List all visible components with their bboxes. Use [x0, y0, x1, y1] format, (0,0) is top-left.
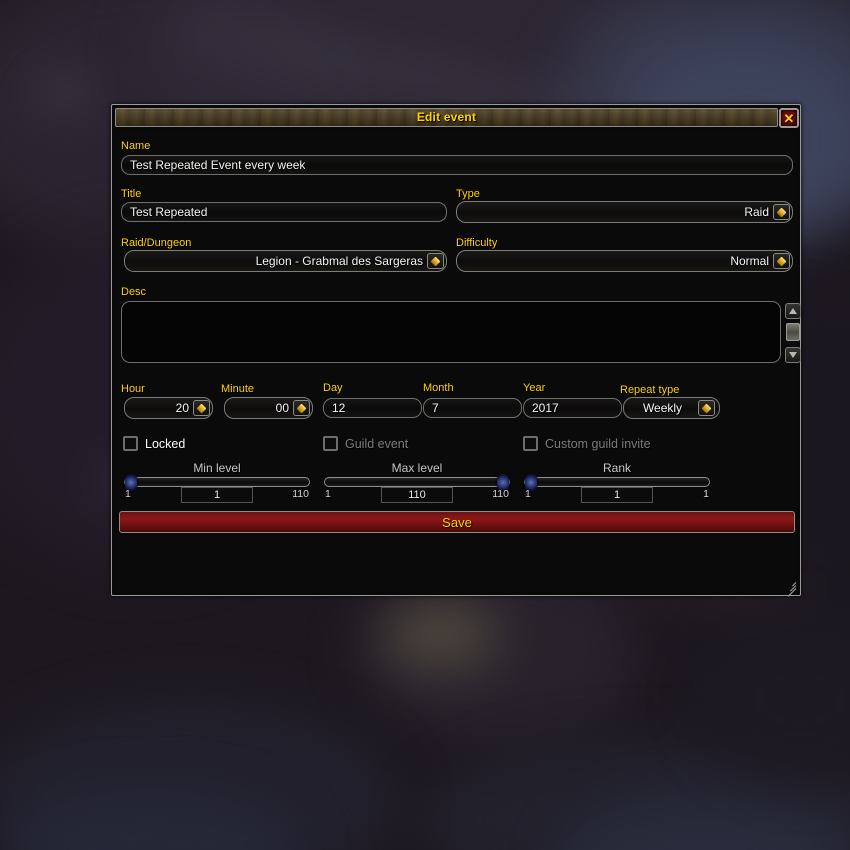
- scroll-down-arrow-icon[interactable]: [785, 347, 801, 363]
- year-input-value: 2017: [532, 401, 559, 415]
- dropdown-diamond-icon[interactable]: [773, 204, 790, 220]
- slider-min-level-title: Min level: [193, 461, 241, 475]
- slider-rank-min: 1: [525, 488, 531, 500]
- slider-rank-value: 1: [613, 489, 621, 501]
- repeat-type-dropdown[interactable]: Weekly: [623, 397, 720, 419]
- type-dropdown-value: Raid: [744, 205, 769, 219]
- name-label: Name: [121, 140, 151, 152]
- background-blur-shape: [380, 600, 500, 670]
- type-dropdown[interactable]: Raid: [456, 201, 793, 223]
- slider-max-level-input[interactable]: 110: [381, 487, 453, 503]
- repeat-type-label: Repeat type: [620, 384, 680, 396]
- checkbox-locked-label: Locked: [145, 436, 186, 451]
- slider-max-level-min: 1: [325, 488, 331, 500]
- hour-dropdown[interactable]: 20: [124, 397, 213, 419]
- minute-dropdown-value: 00: [275, 401, 289, 415]
- raid-dungeon-label: Raid/Dungeon: [121, 237, 192, 249]
- save-button[interactable]: Save: [119, 511, 795, 533]
- dialog-body: Name Test Repeated Event every week Titl…: [115, 131, 801, 592]
- hour-label: Hour: [121, 383, 145, 395]
- background-blur-shape: [30, 80, 100, 104]
- desc-scrollbar[interactable]: [785, 303, 801, 363]
- name-input[interactable]: Test Repeated Event every week: [121, 155, 793, 175]
- slider-max-level: Max level 1 110 110: [324, 461, 510, 503]
- checkbox-locked[interactable]: Locked: [123, 436, 185, 451]
- dropdown-diamond-icon[interactable]: [193, 400, 210, 416]
- difficulty-dropdown-value: Normal: [730, 254, 769, 268]
- scroll-up-arrow-icon[interactable]: [785, 303, 801, 319]
- slider-min-level-min: 1: [125, 488, 131, 500]
- desc-textarea-value: [122, 302, 780, 310]
- slider-max-level-title: Max level: [391, 461, 443, 475]
- difficulty-label: Difficulty: [456, 237, 498, 249]
- difficulty-dropdown[interactable]: Normal: [456, 250, 793, 272]
- slider-min-level-max: 110: [292, 488, 309, 500]
- dialog-title-bar[interactable]: Edit event: [115, 108, 778, 127]
- year-label: Year: [523, 382, 546, 394]
- slider-max-level-value: 110: [408, 489, 426, 501]
- title-label: Title: [121, 188, 142, 200]
- month-label: Month: [423, 382, 454, 394]
- dropdown-diamond-icon[interactable]: [698, 400, 715, 416]
- title-input-value: Test Repeated: [130, 205, 208, 219]
- day-input[interactable]: 12: [323, 398, 422, 418]
- month-input-value: 7: [432, 401, 439, 415]
- dialog-title: Edit event: [416, 110, 477, 124]
- day-label: Day: [323, 382, 343, 394]
- name-input-value: Test Repeated Event every week: [130, 158, 306, 172]
- type-label: Type: [456, 188, 480, 200]
- slider-max-level-track[interactable]: [324, 474, 510, 491]
- edit-event-dialog: Edit event ✕ Name Test Repeated Event ev…: [111, 104, 801, 597]
- resize-grip-icon[interactable]: [781, 576, 797, 597]
- scrollbar-thumb[interactable]: [786, 323, 800, 341]
- slider-min-level-input[interactable]: 1: [181, 487, 253, 503]
- minute-label: Minute: [221, 383, 255, 395]
- checkbox-custom-guild-invite-label: Custom guild invite: [545, 436, 651, 451]
- dropdown-diamond-icon[interactable]: [427, 253, 444, 269]
- slider-rank-input[interactable]: 1: [581, 487, 653, 503]
- slider-rank-track[interactable]: [524, 474, 710, 491]
- repeat-type-dropdown-value: Weekly: [642, 401, 683, 415]
- year-input[interactable]: 2017: [523, 398, 622, 418]
- slider-min-level-track[interactable]: [124, 474, 310, 491]
- slider-rank: Rank 1 1 1: [524, 461, 710, 503]
- raid-dungeon-dropdown-value: Legion - Grabmal des Sargeras: [255, 254, 423, 268]
- hour-dropdown-value: 20: [175, 401, 189, 415]
- raid-dungeon-dropdown[interactable]: Legion - Grabmal des Sargeras: [124, 250, 447, 272]
- save-button-label: Save: [442, 514, 472, 530]
- checkbox-guild-event[interactable]: Guild event: [323, 436, 408, 451]
- close-button[interactable]: ✕: [779, 108, 799, 128]
- dropdown-diamond-icon[interactable]: [773, 253, 790, 269]
- desc-label: Desc: [121, 286, 147, 298]
- checkbox-guild-event-label: Guild event: [345, 436, 409, 451]
- day-input-value: 12: [332, 401, 346, 415]
- checkbox-box[interactable]: [123, 436, 138, 451]
- slider-min-level: Min level 1 110 1: [124, 461, 310, 503]
- slider-rank-title: Rank: [602, 461, 631, 475]
- desc-textarea[interactable]: [121, 301, 781, 363]
- close-x-icon: ✕: [783, 110, 795, 126]
- checkbox-custom-guild-invite[interactable]: Custom guild invite: [523, 436, 651, 451]
- minute-dropdown[interactable]: 00: [224, 397, 313, 419]
- month-input[interactable]: 7: [423, 398, 522, 418]
- checkbox-box[interactable]: [523, 436, 538, 451]
- checkbox-box[interactable]: [323, 436, 338, 451]
- dropdown-diamond-icon[interactable]: [293, 400, 310, 416]
- slider-min-level-value: 1: [213, 489, 221, 501]
- slider-max-level-max: 110: [492, 488, 509, 500]
- slider-rank-max: 1: [703, 488, 709, 500]
- title-input[interactable]: Test Repeated: [121, 202, 447, 222]
